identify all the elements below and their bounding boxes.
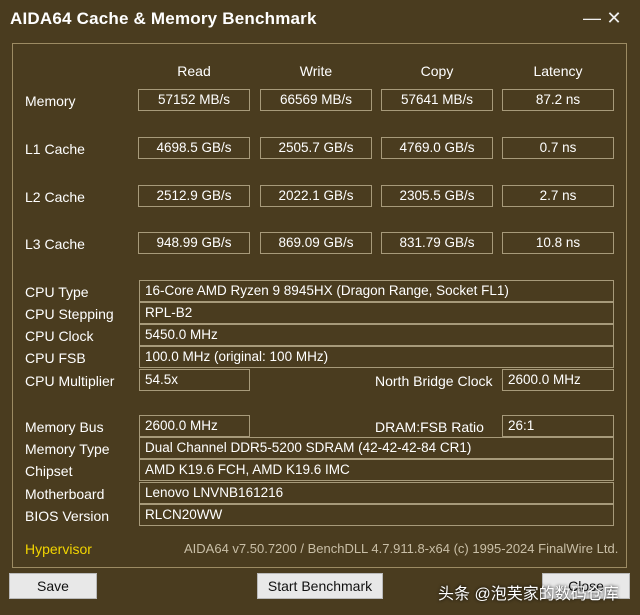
watermark: 头条 @泡芙家的数码仓库 <box>438 586 619 603</box>
window-title: AIDA64 Cache & Memory Benchmark <box>10 9 317 28</box>
cpu-clock-value: 5450.0 MHz <box>139 324 614 346</box>
chipset-label: Chipset <box>25 463 73 479</box>
version-info: AIDA64 v7.50.7200 / BenchDLL 4.7.911.8-x… <box>184 541 619 556</box>
motherboard-value: Lenovo LNVNB161216 <box>139 482 614 504</box>
north-bridge-clock-value: 2600.0 MHz <box>502 369 614 391</box>
bios-version-label: BIOS Version <box>25 508 110 524</box>
start-benchmark-button[interactable]: Start Benchmark <box>257 573 383 599</box>
l3-read-value: 948.99 GB/s <box>138 232 250 254</box>
memory-latency-value: 87.2 ns <box>502 89 614 111</box>
l1-write-value: 2505.7 GB/s <box>260 137 372 159</box>
row-label-memory: Memory <box>25 93 76 109</box>
save-button[interactable]: Save <box>9 573 97 599</box>
hypervisor-label: Hypervisor <box>25 541 92 557</box>
l2-read-value: 2512.9 GB/s <box>138 185 250 207</box>
column-header-write: Write <box>299 63 333 79</box>
memory-bus-label: Memory Bus <box>25 419 104 435</box>
memory-read-value: 57152 MB/s <box>138 89 250 111</box>
l3-copy-value: 831.79 GB/s <box>381 232 493 254</box>
memory-copy-value: 57641 MB/s <box>381 89 493 111</box>
l1-latency-value: 0.7 ns <box>502 137 614 159</box>
cpu-stepping-value: RPL-B2 <box>139 302 614 324</box>
row-label-l1-cache: L1 Cache <box>25 141 85 157</box>
cpu-clock-label: CPU Clock <box>25 328 94 344</box>
l2-write-value: 2022.1 GB/s <box>260 185 372 207</box>
column-header-read: Read <box>177 63 211 79</box>
minimize-icon[interactable]: — <box>580 6 604 30</box>
cpu-multiplier-value: 54.5x <box>139 369 250 391</box>
l1-read-value: 4698.5 GB/s <box>138 137 250 159</box>
title-bar: AIDA64 Cache & Memory Benchmark — ✕ <box>0 0 640 36</box>
cpu-type-label: CPU Type <box>25 284 89 300</box>
row-label-l3-cache: L3 Cache <box>25 236 85 252</box>
l2-latency-value: 2.7 ns <box>502 185 614 207</box>
close-icon[interactable]: ✕ <box>602 6 626 30</box>
cpu-multiplier-label: CPU Multiplier <box>25 373 115 389</box>
l1-copy-value: 4769.0 GB/s <box>381 137 493 159</box>
l3-latency-value: 10.8 ns <box>502 232 614 254</box>
column-header-latency: Latency <box>533 63 583 79</box>
dram-fsb-ratio-label: DRAM:FSB Ratio <box>375 419 484 435</box>
chipset-value: AMD K19.6 FCH, AMD K19.6 IMC <box>139 459 614 481</box>
cpu-stepping-label: CPU Stepping <box>25 306 114 322</box>
bios-version-value: RLCN20WW <box>139 504 614 526</box>
dram-fsb-ratio-value: 26:1 <box>502 415 614 437</box>
north-bridge-clock-label: North Bridge Clock <box>375 373 493 389</box>
column-header-copy: Copy <box>420 63 454 79</box>
cpu-fsb-label: CPU FSB <box>25 350 86 366</box>
memory-type-label: Memory Type <box>25 441 110 457</box>
l3-write-value: 869.09 GB/s <box>260 232 372 254</box>
l2-copy-value: 2305.5 GB/s <box>381 185 493 207</box>
motherboard-label: Motherboard <box>25 486 105 502</box>
cpu-fsb-value: 100.0 MHz (original: 100 MHz) <box>139 346 614 368</box>
memory-type-value: Dual Channel DDR5-5200 SDRAM (42-42-42-8… <box>139 437 614 459</box>
cpu-type-value: 16-Core AMD Ryzen 9 8945HX (Dragon Range… <box>139 280 614 302</box>
row-label-l2-cache: L2 Cache <box>25 189 85 205</box>
memory-bus-value: 2600.0 MHz <box>139 415 250 437</box>
memory-write-value: 66569 MB/s <box>260 89 372 111</box>
